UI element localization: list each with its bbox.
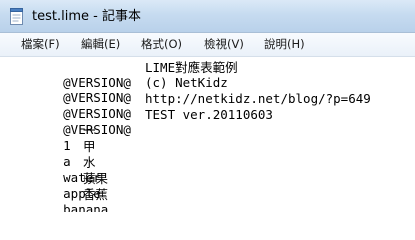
- text-line: @VERSION@ http://netkidz.net/blog/?p=649: [18, 91, 371, 121]
- menu-help[interactable]: 說明(H): [264, 37, 305, 52]
- line-value: (c) NetKidz: [145, 75, 228, 90]
- text-line: @VERSION@ TEST ver.20110603: [18, 107, 273, 137]
- line-value: TEST ver.20110603: [145, 107, 273, 122]
- line-value: 蘋果: [83, 171, 109, 186]
- line-value: http://netkidz.net/blog/?p=649: [145, 91, 371, 106]
- title-bar[interactable]: test.lime - 記事本: [0, 0, 415, 33]
- menu-edit[interactable]: 編輯(E): [81, 37, 120, 52]
- line-value: 一: [83, 123, 96, 138]
- line-value: 甲: [83, 139, 96, 154]
- text-line: banana 香蕉: [18, 187, 109, 212]
- menu-view[interactable]: 檢視(V): [204, 37, 244, 52]
- line-value: 香蕉: [83, 187, 109, 202]
- text-line: water 水: [18, 155, 101, 185]
- menu-file[interactable]: 檔案(F): [21, 37, 60, 52]
- menu-format[interactable]: 格式(O): [141, 37, 182, 52]
- window-title: test.lime - 記事本: [32, 9, 141, 24]
- menu-bar: 檔案(F) 編輯(E) 格式(O) 檢視(V) 說明(H): [0, 33, 415, 57]
- notepad-window: test.lime - 記事本 檔案(F) 編輯(E) 格式(O) 檢視(V) …: [0, 0, 415, 212]
- text-line: @VERSION@ LIME對應表範例: [18, 60, 237, 90]
- text-line: 1一: [18, 123, 95, 153]
- text-editor[interactable]: @VERSION@ LIME對應表範例 @VERSION@ (c) NetKidz …: [0, 57, 415, 212]
- line-value: LIME對應表範例: [145, 60, 238, 75]
- notepad-icon: [10, 8, 23, 25]
- line-key: banana: [63, 202, 109, 212]
- line-key: @VERSION@: [63, 122, 131, 137]
- text-line: @VERSION@ (c) NetKidz: [18, 75, 228, 105]
- text-line: a甲: [18, 139, 95, 169]
- text-line: apple 蘋果: [18, 171, 108, 201]
- line-value: 水: [83, 155, 96, 170]
